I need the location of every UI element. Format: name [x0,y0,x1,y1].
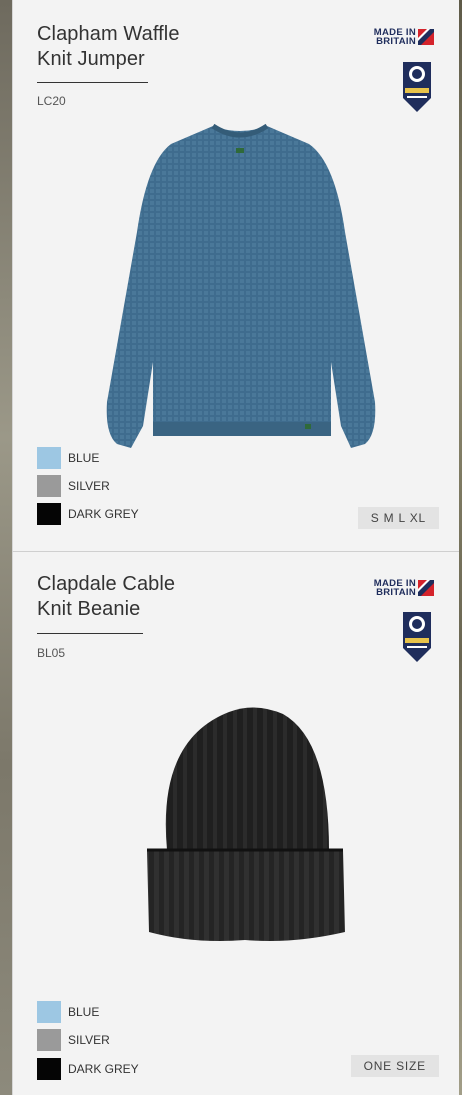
product-title-line2: Knit Jumper [37,48,145,70]
colour-label: DARK GREY [68,507,139,521]
made-in-britain-logo: MADE IN BRITAIN [370,579,434,601]
background-left-edge [0,0,12,1095]
union-flag-icon [418,29,434,45]
colour-swatch [37,503,61,525]
colour-label: BLUE [68,451,100,465]
product-title[interactable]: Clapdale Cable Knit Beanie [37,572,175,622]
colour-option-blue[interactable]: BLUE [37,446,99,470]
size-options[interactable]: S M L XL [357,507,439,529]
colour-option-silver[interactable]: SILVER [37,474,110,498]
union-flag-icon [418,580,434,596]
colour-label: BLUE [68,1005,100,1019]
colour-option-dark-grey[interactable]: DARK GREY [37,1057,139,1081]
made-in-britain-logo: MADE IN BRITAIN [370,28,434,50]
colour-swatch [37,1058,61,1080]
product-title-line2: Knit Beanie [37,598,141,620]
colour-option-dark-grey[interactable]: DARK GREY [37,502,139,526]
britain-text: BRITAIN [376,36,416,47]
traceable-badge-icon [403,62,431,112]
britain-text: BRITAIN [376,587,416,598]
colour-label: DARK GREY [68,1062,139,1076]
product-title-line1: Clapham Waffle [37,23,180,45]
jumper-image[interactable] [95,122,385,450]
title-underline [37,633,143,634]
colour-swatch [37,1001,61,1023]
colour-swatch [37,475,61,497]
product-title-line1: Clapdale Cable [37,573,176,595]
product-card-beanie[interactable]: Clapdale Cable Knit Beanie BL05 MADE IN B… [12,552,459,1095]
colour-label: SILVER [68,479,110,493]
product-code: BL05 [37,646,66,660]
product-card-jumper[interactable]: Clapham Waffle Knit Jumper LC20 MADE IN B… [12,0,459,552]
traceable-badge-icon [403,612,431,662]
colour-option-silver[interactable]: SILVER [37,1028,110,1052]
colour-label: SILVER [68,1033,110,1047]
colour-swatch [37,447,61,469]
product-code: LC20 [37,94,66,108]
beanie-image[interactable] [133,700,355,956]
size-options[interactable]: ONE SIZE [350,1055,439,1077]
colour-option-blue[interactable]: BLUE [37,1000,99,1024]
colour-swatch [37,1029,61,1051]
product-title[interactable]: Clapham Waffle Knit Jumper [37,22,180,72]
title-underline [37,82,148,83]
